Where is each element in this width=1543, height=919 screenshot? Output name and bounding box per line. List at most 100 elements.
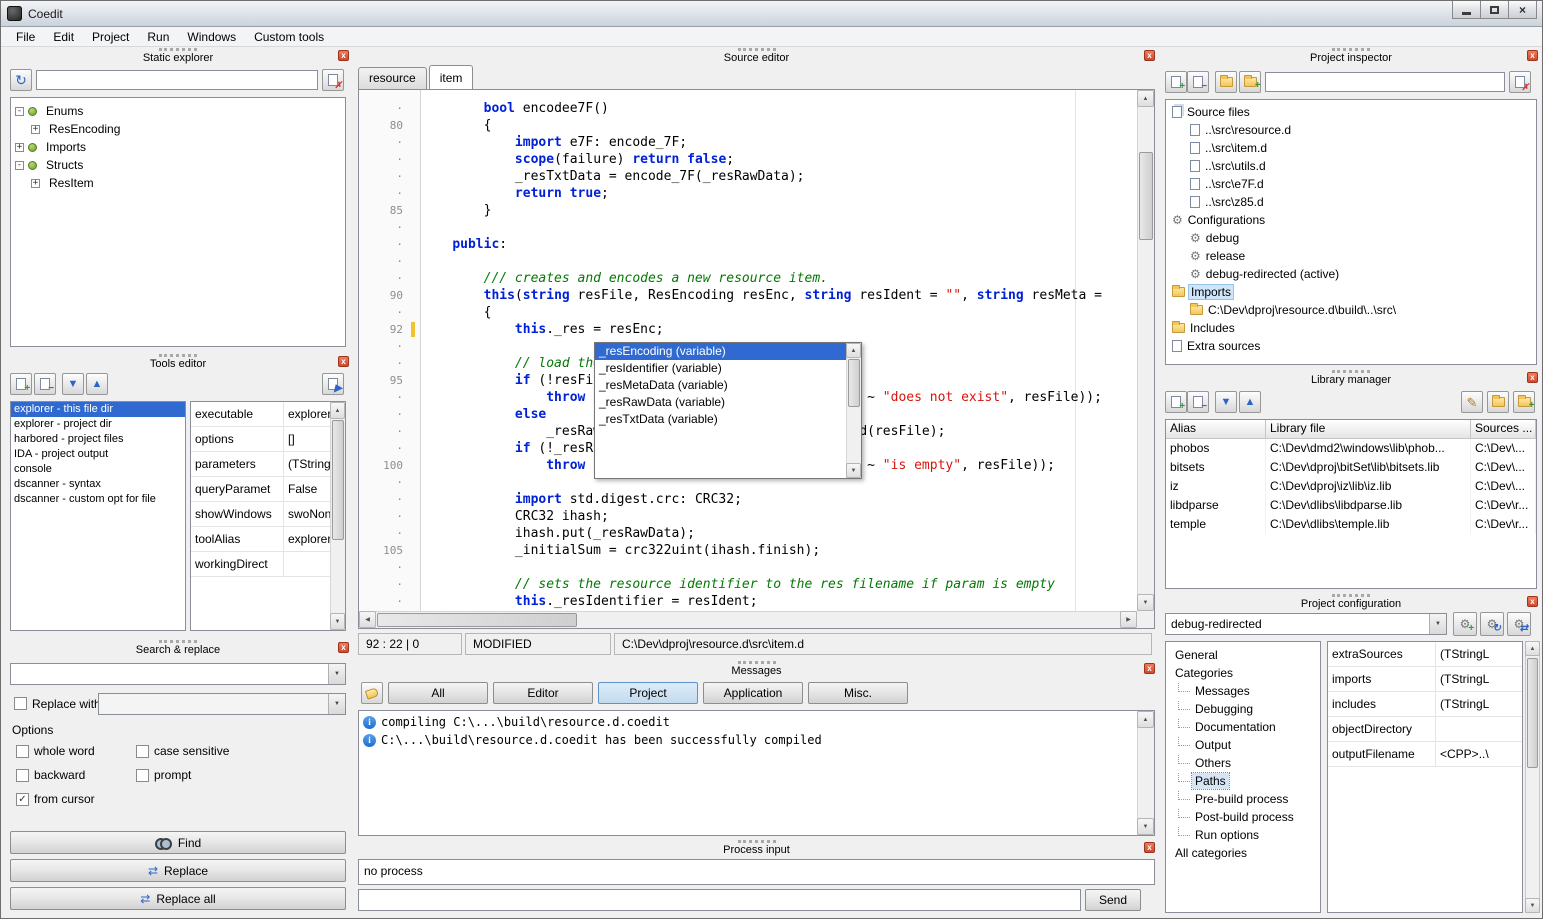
property-value[interactable] [284, 552, 330, 576]
code-line[interactable]: · public: [359, 236, 1137, 253]
checkbox-icon[interactable] [136, 745, 149, 758]
messages-filter-all[interactable]: All [388, 682, 488, 704]
panel-header[interactable]: Project inspector x [1161, 47, 1541, 67]
column-header[interactable]: Sources ... [1471, 420, 1536, 439]
move-tool-down-button[interactable]: ▼ [62, 373, 84, 395]
tree-item[interactable]: ..\src\utils.d [1166, 157, 1536, 175]
tree-item[interactable]: +ResEncoding [11, 120, 345, 138]
combo-arrow-icon[interactable]: ▼ [1429, 614, 1446, 634]
tool-list-item[interactable]: harbored - project files [11, 432, 185, 447]
property-row[interactable]: includes(TStringL [1328, 692, 1522, 717]
property-row[interactable]: objectDirectory [1328, 717, 1522, 742]
add-folder-button[interactable]: + [1239, 71, 1261, 93]
edit-library-button[interactable]: ✎ [1461, 391, 1483, 413]
messages-filter-project[interactable]: Project [598, 682, 698, 704]
tree-item[interactable]: ⚙release [1166, 247, 1536, 265]
panel-header[interactable]: Messages x [355, 660, 1158, 680]
tree-item[interactable]: -Structs [11, 156, 345, 174]
expander-icon[interactable]: + [31, 125, 40, 134]
open-folder-button[interactable] [1215, 71, 1237, 93]
search-option-whole-word[interactable]: whole word [16, 739, 136, 763]
panel-header[interactable]: Library manager x [1161, 369, 1541, 389]
category-item[interactable]: Debugging [1166, 699, 1320, 717]
inspector-filter-input[interactable] [1265, 72, 1505, 92]
tool-list-item[interactable]: IDA - project output [11, 447, 185, 462]
clear-filter-button[interactable]: ✗ [322, 69, 344, 91]
category-item[interactable]: Paths [1166, 771, 1320, 789]
category-item[interactable]: All categories [1166, 843, 1320, 861]
property-value[interactable]: (TStringL [1436, 642, 1522, 666]
close-panel-icon[interactable]: x [1527, 372, 1538, 383]
tree-item[interactable]: ..\src\item.d [1166, 139, 1536, 157]
panel-header[interactable]: Process input x [355, 839, 1158, 859]
code-line[interactable]: · [359, 219, 1137, 236]
menu-item-edit[interactable]: Edit [44, 28, 83, 46]
scroll-right-button[interactable]: ▶ [1120, 611, 1137, 628]
category-item[interactable]: Documentation [1166, 717, 1320, 735]
code-line[interactable]: · _resTxtData = encode_7F(_resRawData); [359, 168, 1137, 185]
panel-header[interactable]: Project configuration x [1161, 593, 1541, 613]
property-value[interactable]: explorer [284, 527, 330, 551]
scroll-thumb[interactable] [332, 420, 344, 540]
property-row[interactable]: extraSources(TStringL [1328, 642, 1522, 667]
panel-header[interactable]: Search & replace x [4, 639, 352, 659]
tree-item[interactable]: ..\src\e7F.d [1166, 175, 1536, 193]
property-value[interactable]: (TStringL [1436, 692, 1522, 716]
completion-item[interactable]: _resRawData (variable) [595, 394, 846, 411]
drag-grip-icon[interactable] [1332, 48, 1370, 51]
property-row[interactable]: outputFilename<CPP>..\ [1328, 742, 1522, 767]
code-line[interactable]: · // sets the resource identifier to the… [359, 576, 1137, 593]
titlebar[interactable]: Coedit × [1, 1, 1542, 27]
configuration-select[interactable]: debug-redirected ▼ [1165, 613, 1447, 635]
drag-grip-icon[interactable] [1332, 370, 1370, 373]
property-value[interactable]: (TStringL [284, 452, 330, 476]
menu-item-project[interactable]: Project [83, 28, 138, 46]
expander-icon[interactable]: + [15, 143, 24, 152]
code-line[interactable]: 85 } [359, 202, 1137, 219]
property-value[interactable]: False [284, 477, 330, 501]
move-library-down-button[interactable]: ▼ [1215, 391, 1237, 413]
tree-item[interactable]: C:\Dev\dproj\resource.d\build\..\src\ [1166, 301, 1536, 319]
move-library-up-button[interactable]: ▲ [1239, 391, 1261, 413]
property-row[interactable]: toolAliasexplorer [191, 527, 330, 552]
checkbox-icon[interactable] [136, 769, 149, 782]
code-line[interactable]: · this._resIdentifier = resIdent; [359, 593, 1137, 610]
close-panel-icon[interactable]: x [338, 642, 349, 653]
scroll-down-button[interactable]: ▼ [846, 463, 861, 478]
code-line[interactable]: · import std.digest.crc: CRC32; [359, 491, 1137, 508]
configuration-scrollbar[interactable]: ▲ ▼ [1525, 641, 1540, 913]
code-line[interactable]: 105 _initialSum = crc322uint(ihash.finis… [359, 542, 1137, 559]
close-panel-icon[interactable]: x [338, 50, 349, 61]
code-line[interactable]: · ihash.put(_resRawData); [359, 525, 1137, 542]
messages-scrollbar[interactable]: ▲ ▼ [1137, 711, 1154, 835]
tree-item[interactable]: ..\src\resource.d [1166, 121, 1536, 139]
property-value[interactable]: (TStringL [1436, 667, 1522, 691]
scroll-thumb[interactable] [848, 359, 860, 407]
menu-item-custom-tools[interactable]: Custom tools [245, 28, 333, 46]
message-item[interactable]: icompiling C:\...\build\resource.d.coedi… [359, 713, 1137, 731]
execute-tool-button[interactable]: ▶ [322, 373, 344, 395]
messages-filter-misc[interactable]: Misc. [808, 682, 908, 704]
search-option-prompt[interactable]: prompt [136, 763, 296, 787]
add-source-button[interactable]: + [1165, 71, 1187, 93]
panel-header[interactable]: Tools editor x [4, 353, 352, 373]
close-panel-icon[interactable]: x [1144, 842, 1155, 853]
scroll-up-button[interactable]: ▲ [330, 402, 345, 419]
table-row[interactable]: izC:\Dev\dproj\iz\lib\iz.libC:\Dev\... [1166, 477, 1536, 496]
symbol-filter-input[interactable] [36, 70, 318, 90]
code-line[interactable]: 90 this(string resFile, ResEncoding resE… [359, 287, 1137, 304]
tree-item[interactable]: ..\src\z85.d [1166, 193, 1536, 211]
minimize-button[interactable] [1452, 1, 1481, 19]
table-row[interactable]: libdparseC:\Dev\dlibs\libdparse.libC:\De… [1166, 496, 1536, 515]
table-row[interactable]: bitsetsC:\Dev\dproj\bitSet\lib\bitsets.l… [1166, 458, 1536, 477]
tree-item[interactable]: Imports [1166, 283, 1536, 301]
code-editor[interactable]: · bool encodee7F()80 {· import e7F: enco… [358, 89, 1155, 629]
remove-source-button[interactable]: − [1187, 71, 1209, 93]
tool-list-item[interactable]: dscanner - custom opt for file [11, 492, 185, 507]
scroll-up-button[interactable]: ▲ [1137, 711, 1154, 728]
property-value[interactable]: swoNone [284, 502, 330, 526]
add-library-button[interactable]: + [1165, 391, 1187, 413]
tree-item[interactable]: ⚙Configurations [1166, 211, 1536, 229]
code-line[interactable]: · /// creates and encodes a new resource… [359, 270, 1137, 287]
close-button[interactable]: × [1508, 1, 1537, 19]
